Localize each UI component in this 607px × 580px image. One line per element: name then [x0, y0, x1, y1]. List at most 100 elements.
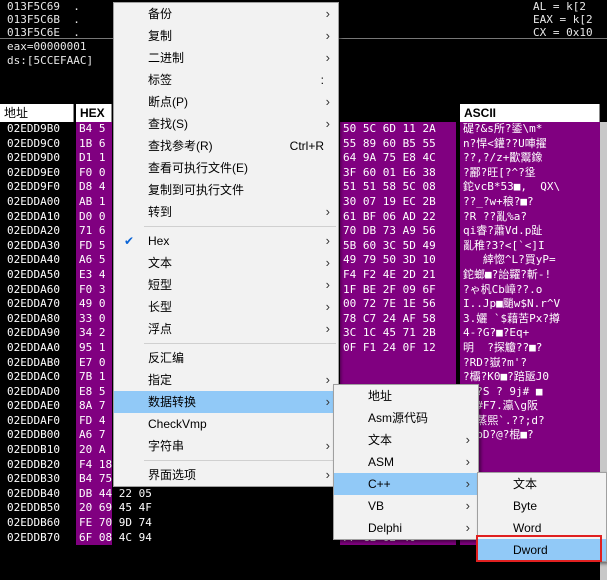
menu-item[interactable]: 地址: [334, 385, 478, 407]
hex-cell[interactable]: 6F 08 4C 94: [76, 531, 152, 546]
hex-cell[interactable]: FD 5: [76, 239, 112, 254]
ascii-cell[interactable]: [460, 443, 600, 458]
hex-cell[interactable]: 3F 60 01 E6 38: [340, 166, 456, 181]
menu-item[interactable]: 复制 ›: [114, 25, 338, 47]
hex-cell[interactable]: 55 89 60 B5 55: [340, 137, 456, 152]
ascii-cell[interactable]: 碮?&s所?鋈\m*: [460, 122, 600, 137]
menu-item[interactable]: 文本 ›: [334, 429, 478, 451]
menu-item[interactable]: CheckVmp: [114, 413, 338, 435]
hex-cell[interactable]: E7 0: [76, 356, 112, 371]
menu-item[interactable]: 界面选项 ›: [114, 464, 338, 486]
hex-cell[interactable]: 70 DB 73 A9 56: [340, 224, 456, 239]
hex-cell[interactable]: 20 69 45 4F: [76, 501, 152, 516]
hex-cell[interactable]: A6 5: [76, 253, 112, 268]
menu-item[interactable]: 字符串 ›: [114, 435, 338, 457]
menu-item[interactable]: 短型 ›: [114, 274, 338, 296]
hex-cell[interactable]: 78 C7 24 AF 58: [340, 312, 456, 327]
ascii-cell[interactable]: ■?#F7.瀛\g阪: [460, 399, 600, 414]
header-address[interactable]: 地址: [0, 104, 74, 122]
menu-item[interactable]: 浮点 ›: [114, 318, 338, 340]
ascii-cell[interactable]: qi睿?蕭Vd.p趾: [460, 224, 600, 239]
hex-cell[interactable]: B4 5: [76, 122, 112, 137]
hex-cell[interactable]: A6 7: [76, 428, 112, 443]
hex-cell[interactable]: 7B 1: [76, 370, 112, 385]
hex-cell[interactable]: F0 0: [76, 166, 112, 181]
menu-item[interactable]: 查找参考(R) Ctrl+R: [114, 135, 338, 157]
hex-cell[interactable]: 33 0: [76, 312, 112, 327]
menu-item[interactable]: 备份 ›: [114, 3, 338, 25]
hex-cell[interactable]: 64 9A 75 E8 4C: [340, 151, 456, 166]
hex-cell[interactable]: D1 1: [76, 151, 112, 166]
menu-item[interactable]: Asm源代码: [334, 407, 478, 429]
ascii-cell[interactable]: 蒸熙`.??;d?: [460, 414, 600, 429]
hex-cell[interactable]: [340, 370, 456, 385]
ascii-cell[interactable]: 明 ?探觼??■?: [460, 341, 600, 356]
ascii-cell[interactable]: 鉈螂■?詒糶?斬-!: [460, 268, 600, 283]
hex-cell[interactable]: E3 4: [76, 268, 112, 283]
ascii-cell[interactable]: ??,?/z+歠鬻鐌: [460, 151, 600, 166]
hex-cell[interactable]: 95 1: [76, 341, 112, 356]
hex-cell[interactable]: F4 F2 4E 2D 21: [340, 268, 456, 283]
menu-item[interactable]: 查看可执行文件(E): [114, 157, 338, 179]
code-row[interactable]: 013F5C69 .: [7, 0, 80, 13]
hex-cell[interactable]: B4 75 DB 6E: [76, 472, 152, 487]
hex-cell[interactable]: DB 44 22 05: [76, 487, 152, 502]
hex-cell[interactable]: 0F F1 24 0F 12: [340, 341, 456, 356]
hex-cell[interactable]: 1F BE 2F 09 6F: [340, 283, 456, 298]
hex-cell[interactable]: 20 A: [76, 443, 112, 458]
hex-cell[interactable]: 61 BF 06 AD 22: [340, 210, 456, 225]
hex-cell[interactable]: FE 70 9D 74: [76, 516, 152, 531]
menu-item[interactable]: 长型 ›: [114, 296, 338, 318]
menu-item[interactable]: 断点(P) ›: [114, 91, 338, 113]
header-hex[interactable]: HEX: [76, 104, 112, 122]
hex-cell[interactable]: E8 5: [76, 385, 112, 400]
menu-item[interactable]: C++ ›: [334, 473, 478, 495]
hex-cell[interactable]: 71 6: [76, 224, 112, 239]
ascii-cell[interactable]: 鉈vcB*53■, QX\: [460, 180, 600, 195]
hex-cell[interactable]: F4 18 2D 71: [76, 458, 152, 473]
menu-item[interactable]: ASM ›: [334, 451, 478, 473]
hex-cell[interactable]: [340, 356, 456, 371]
hex-cell[interactable]: 5B 60 3C 5D 49: [340, 239, 456, 254]
menu-item[interactable]: 标签:: [114, 69, 338, 91]
ascii-cell[interactable]: ■5bD?@?棍■?: [460, 428, 600, 443]
hex-cell[interactable]: FD 4: [76, 414, 112, 429]
code-row[interactable]: 013F5C6B .: [7, 13, 80, 26]
hex-cell[interactable]: F0 3: [76, 283, 112, 298]
ascii-cell[interactable]: 4-?G?■?Eq+: [460, 326, 600, 341]
ascii-cell[interactable]: ?ゃ杋Cb嶂??.o: [460, 283, 600, 298]
menu-item[interactable]: 二进制 ›: [114, 47, 338, 69]
hex-cell[interactable]: 00 72 7E 1E 56: [340, 297, 456, 312]
ascii-cell[interactable]: ■b?S ? 9j# ■: [460, 385, 600, 400]
hex-cell[interactable]: 1B 6: [76, 137, 112, 152]
menu-item[interactable]: Delphi ›: [334, 517, 478, 539]
menu-item[interactable]: ✔ Hex ›: [114, 230, 338, 252]
ascii-cell[interactable]: ?欛?K0■?踣瓪J0: [460, 370, 600, 385]
menu-item[interactable]: 指定 ›: [114, 369, 338, 391]
ascii-cell[interactable]: ?R ??亂%a?: [460, 210, 600, 225]
hex-cell[interactable]: 3C 1C 45 71 2B: [340, 326, 456, 341]
hex-cell[interactable]: 49 0: [76, 297, 112, 312]
hex-cell[interactable]: 30 07 19 EC 2B: [340, 195, 456, 210]
menu-item[interactable]: VB ›: [334, 495, 478, 517]
hex-column[interactable]: B4 5 1B 6 D1 1 F0 0 D8 4 AB 1 D0 0 71 6 FD 5 A6 5…: [76, 122, 152, 546]
menu-item[interactable]: 反汇编: [114, 347, 338, 369]
ascii-cell[interactable]: I..Jp■颵w$N.r^V: [460, 297, 600, 312]
hex-cell[interactable]: D0 0: [76, 210, 112, 225]
hex-cell[interactable]: 51 51 58 5C 08: [340, 180, 456, 195]
hex-cell[interactable]: 50 5C 6D 11 2A: [340, 122, 456, 137]
menu-item[interactable]: 复制到可执行文件: [114, 179, 338, 201]
hex-cell[interactable]: 49 79 50 3D 10: [340, 253, 456, 268]
header-ascii[interactable]: ASCII: [460, 104, 600, 122]
menu-item[interactable]: Byte: [478, 495, 606, 517]
ascii-cell[interactable]: [460, 458, 600, 473]
ascii-cell[interactable]: ?酈?旺[?^?垼: [460, 166, 600, 181]
menu-item[interactable]: 转到 ›: [114, 201, 338, 223]
hex-cell[interactable]: 8A 7: [76, 399, 112, 414]
hex-cell[interactable]: 34 2: [76, 326, 112, 341]
ascii-cell[interactable]: 亂稚?3?<[`<]I: [460, 239, 600, 254]
ascii-cell[interactable]: 緈惚^L?買yP=: [460, 253, 600, 268]
menu-item[interactable]: 文本: [478, 473, 606, 495]
menu-item[interactable]: 数据转换 ›: [114, 391, 338, 413]
menu-item[interactable]: 查找(S) ›: [114, 113, 338, 135]
